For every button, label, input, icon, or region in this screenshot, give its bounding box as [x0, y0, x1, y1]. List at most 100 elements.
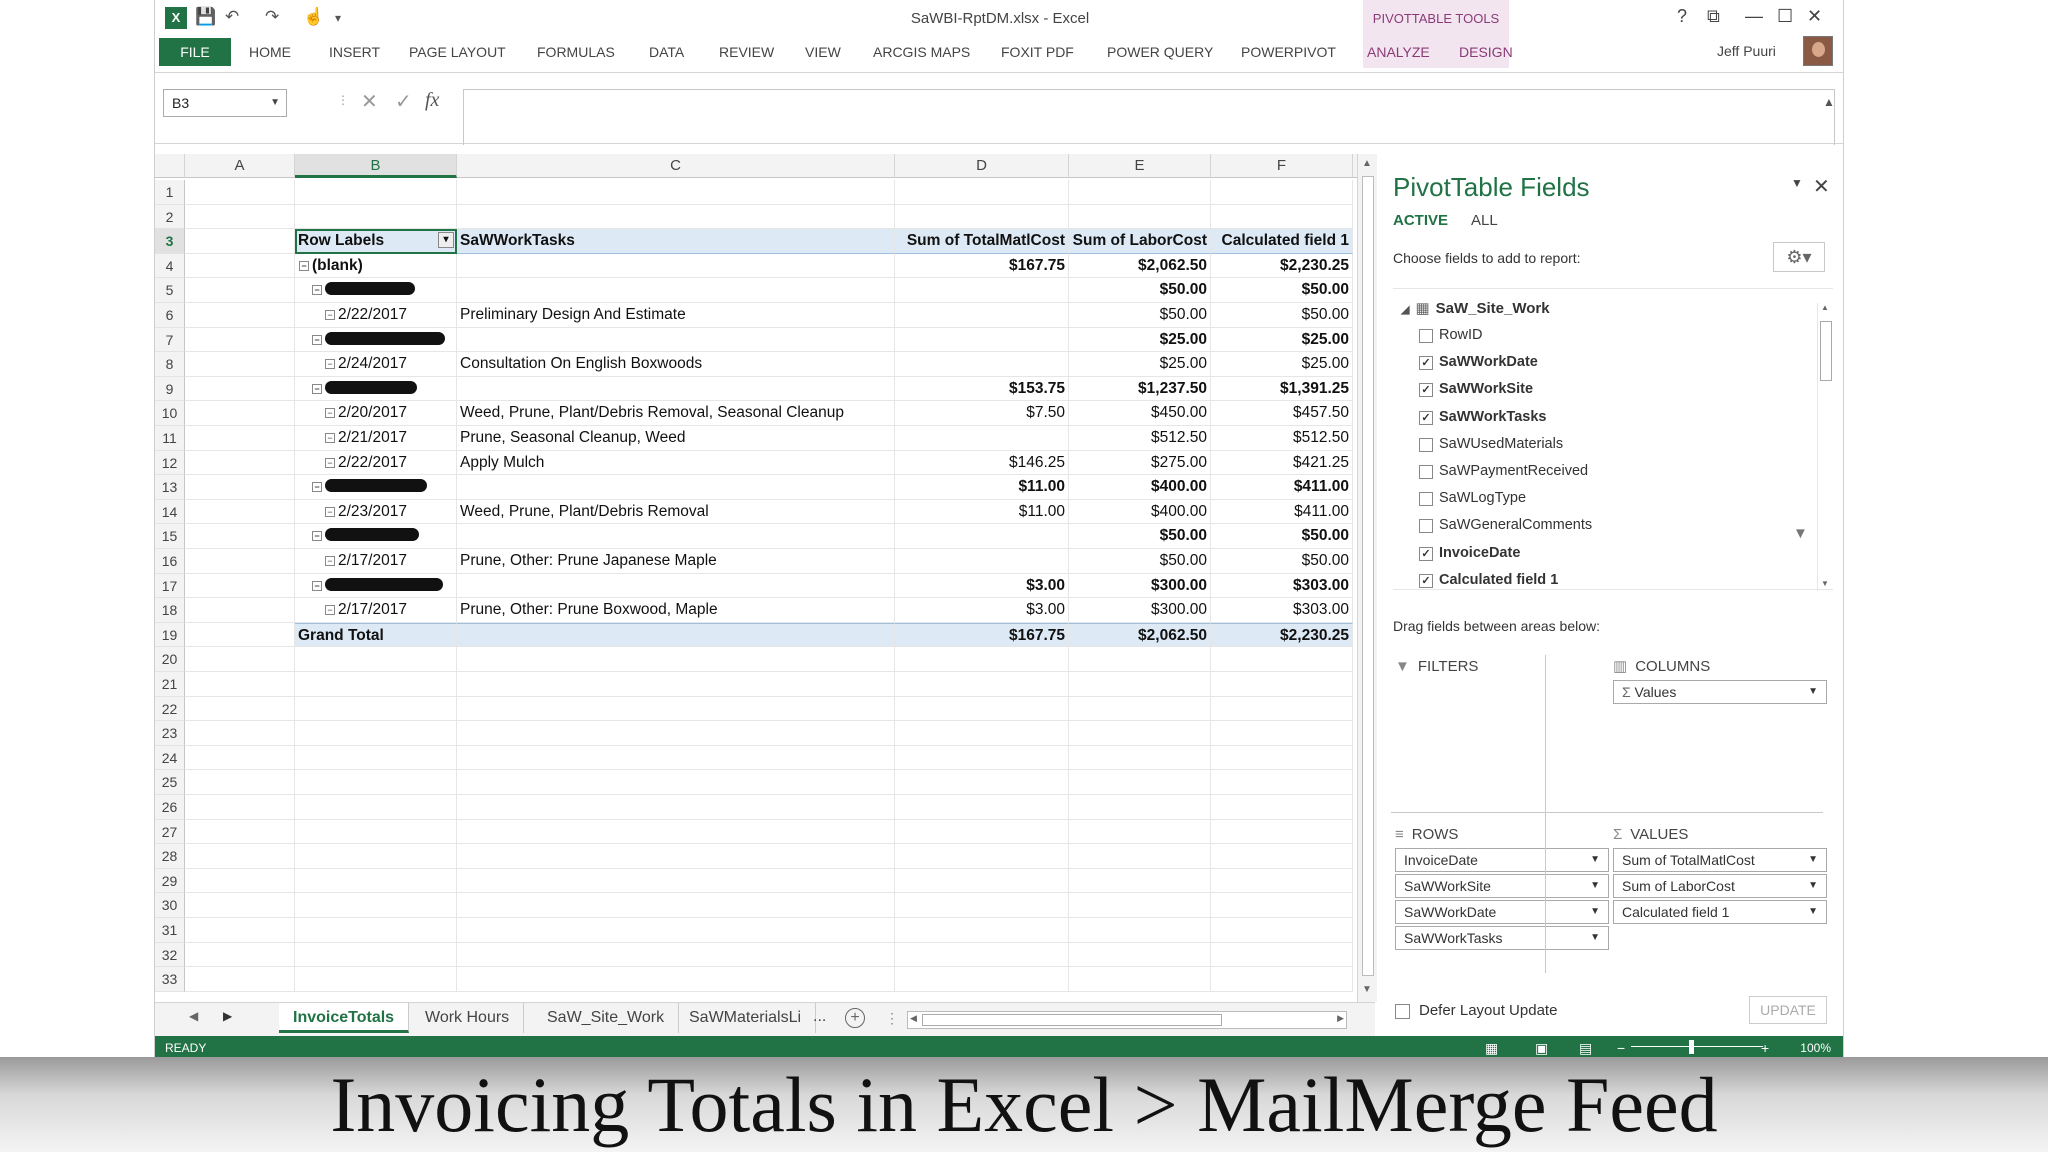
cell-a26[interactable]	[185, 795, 295, 820]
cell-a13[interactable]	[185, 475, 295, 500]
cell-d14[interactable]: $11.00	[895, 499, 1069, 525]
field-checkbox[interactable]	[1419, 465, 1433, 479]
cell-d9[interactable]: $153.75	[895, 376, 1069, 402]
values-field-pill[interactable]: Sum of TotalMatlCost ▼	[1613, 848, 1827, 872]
cell-d15[interactable]	[895, 524, 1069, 549]
cell-a3[interactable]	[185, 229, 295, 254]
cell-b15[interactable]: −	[295, 524, 457, 549]
cell-a19[interactable]	[185, 622, 295, 648]
cell-b28[interactable]	[295, 844, 457, 869]
collapse-icon[interactable]: −	[325, 408, 335, 419]
values-area[interactable]: Σ VALUES Sum of TotalMatlCost ▼ Sum of Labo…	[1613, 822, 1827, 926]
cell-d19[interactable]: $167.75	[895, 622, 1069, 648]
row-header[interactable]: 2	[155, 204, 185, 230]
row-header[interactable]: 12	[155, 450, 185, 476]
cell-a24[interactable]	[185, 745, 295, 771]
cell-a16[interactable]	[185, 549, 295, 574]
cell-e28[interactable]	[1069, 844, 1211, 869]
cell-e27[interactable]	[1069, 819, 1211, 845]
cell-e2[interactable]	[1069, 204, 1211, 230]
cell-f7[interactable]: $25.00	[1211, 327, 1353, 353]
cell-b27[interactable]	[295, 819, 457, 845]
cell-c25[interactable]	[457, 770, 895, 795]
cell-e5[interactable]: $50.00	[1069, 278, 1211, 303]
cell-b16[interactable]: −2/17/2017	[295, 549, 457, 574]
field-checkbox[interactable]	[1419, 329, 1433, 343]
collapse-icon[interactable]: −	[325, 433, 335, 443]
cell-b23[interactable]	[295, 721, 457, 746]
defer-layout-checkbox[interactable]	[1395, 1004, 1410, 1019]
more-sheets[interactable]: ...	[813, 1008, 826, 1026]
cell-d21[interactable]	[895, 672, 1069, 697]
cell-c30[interactable]	[457, 893, 895, 918]
row-header[interactable]: 24	[155, 745, 185, 771]
row-header[interactable]: 27	[155, 819, 185, 845]
cell-e15[interactable]: $50.00	[1069, 524, 1211, 549]
field-sawlogtype[interactable]: SaWLogType	[1419, 490, 1526, 507]
cell-e20[interactable]	[1069, 647, 1211, 672]
row-header[interactable]: 14	[155, 499, 185, 525]
columns-area[interactable]: ▥ COLUMNS Σ Values ▼	[1613, 654, 1827, 706]
select-all-corner[interactable]	[155, 154, 185, 178]
cell-b32[interactable]	[295, 942, 457, 968]
cell-f13[interactable]: $411.00	[1211, 475, 1353, 500]
cell-c29[interactable]	[457, 868, 895, 894]
chevron-down-icon[interactable]: ▼	[1590, 849, 1600, 871]
cell-c24[interactable]	[457, 745, 895, 771]
row-header[interactable]: 5	[155, 278, 185, 303]
cell-b20[interactable]	[295, 647, 457, 672]
chevron-down-icon[interactable]: ▼	[1590, 875, 1600, 897]
cell-b31[interactable]	[295, 918, 457, 943]
cell-c19[interactable]	[457, 622, 895, 648]
cell-f3[interactable]: Calculated field 1	[1211, 229, 1353, 254]
field-checkbox[interactable]	[1419, 519, 1433, 534]
confirm-entry-icon[interactable]: ✓	[395, 89, 412, 114]
scroll-up-icon[interactable]: ▲	[1362, 158, 1372, 169]
name-box[interactable]: B3 ▼	[163, 89, 287, 117]
cell-f17[interactable]: $303.00	[1211, 573, 1353, 599]
cell-e24[interactable]	[1069, 745, 1211, 771]
row-header[interactable]: 32	[155, 942, 185, 968]
cell-b4[interactable]: − (blank)	[295, 253, 457, 279]
row-header[interactable]: 18	[155, 598, 185, 623]
chevron-down-icon[interactable]: ▼	[1590, 927, 1600, 949]
cell-a8[interactable]	[185, 352, 295, 377]
cell-d18[interactable]: $3.00	[895, 598, 1069, 623]
cell-e8[interactable]: $25.00	[1069, 352, 1211, 377]
row-header[interactable]: 23	[155, 721, 185, 746]
cell-e22[interactable]	[1069, 696, 1211, 722]
cell-e14[interactable]: $400.00	[1069, 499, 1211, 525]
col-header-d[interactable]: D	[895, 154, 1069, 178]
normal-view-icon[interactable]: ▦	[1485, 1038, 1498, 1057]
cell-a10[interactable]	[185, 401, 295, 426]
zoom-out-icon[interactable]: −	[1617, 1038, 1625, 1057]
cell-f18[interactable]: $303.00	[1211, 598, 1353, 623]
horizontal-scrollbar[interactable]: ◀ ▶	[907, 1011, 1347, 1029]
collapse-formula-bar-icon[interactable]: ▲	[1823, 95, 1835, 109]
cell-d5[interactable]	[895, 278, 1069, 303]
cell-f29[interactable]	[1211, 868, 1353, 894]
field-checkbox[interactable]: ✓	[1419, 546, 1433, 561]
collapse-triangle-icon[interactable]: ◢	[1401, 304, 1409, 316]
cell-c33[interactable]	[457, 967, 895, 992]
cell-b10[interactable]: −2/20/2017	[295, 401, 457, 426]
row-header[interactable]: 6	[155, 303, 185, 328]
row-header[interactable]: 17	[155, 573, 185, 599]
zoom-slider-handle[interactable]	[1689, 1040, 1694, 1054]
splitter-icon[interactable]: ⋮	[885, 1010, 899, 1027]
cell-f14[interactable]: $411.00	[1211, 499, 1353, 525]
prev-sheet-icon[interactable]: ◀	[189, 1009, 198, 1023]
rows-field-pill[interactable]: SaWWorkTasks ▼	[1395, 926, 1609, 950]
tab-review[interactable]: REVIEW	[719, 44, 774, 60]
row-header[interactable]: 10	[155, 401, 185, 426]
sheet-tab-invoicetotals[interactable]: InvoiceTotals	[279, 1003, 410, 1033]
cell-a15[interactable]	[185, 524, 295, 549]
cell-e33[interactable]	[1069, 967, 1211, 992]
tab-all-fields[interactable]: ALL	[1471, 212, 1498, 229]
cell-a6[interactable]	[185, 303, 295, 328]
chevron-down-icon[interactable]: ▼	[1808, 875, 1818, 897]
scroll-down-icon[interactable]: ▼	[1362, 984, 1372, 995]
row-header[interactable]: 7	[155, 327, 185, 353]
vertical-scrollbar[interactable]: ▲ ▼	[1357, 154, 1377, 1002]
cell-b7[interactable]: −	[295, 327, 457, 353]
